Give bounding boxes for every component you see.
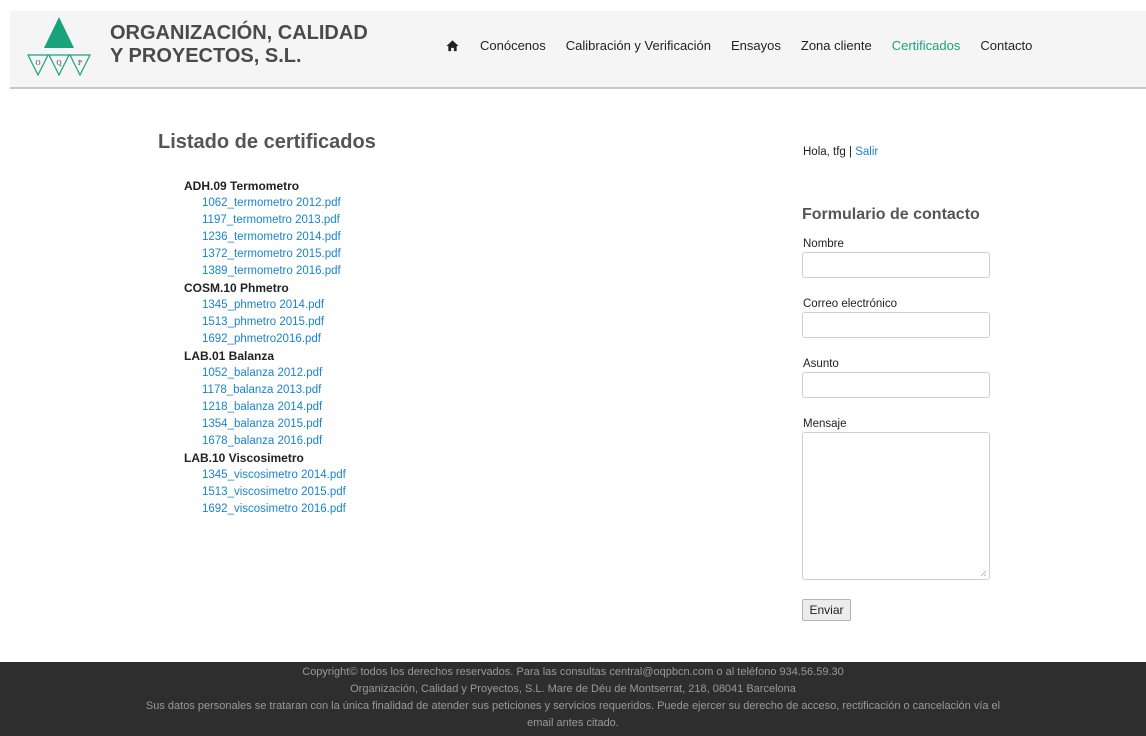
certificate-link[interactable]: 1197_termometro 2013.pdf — [202, 212, 346, 229]
certificate-link[interactable]: 1052_balanza 2012.pdf — [202, 365, 346, 382]
send-button[interactable]: Enviar — [802, 599, 851, 621]
site-footer: Copyright© todos los derechos reservados… — [0, 662, 1146, 736]
certificate-link[interactable]: 1218_balanza 2014.pdf — [202, 399, 346, 416]
main-nav: Conócenos Calibración y Verificación Ens… — [446, 38, 1052, 53]
certificate-link[interactable]: 1692_phmetro2016.pdf — [202, 331, 346, 348]
company-name-line1: ORGANIZACIÓN, CALIDAD — [110, 22, 368, 44]
certificate-link[interactable]: 1236_termometro 2014.pdf — [202, 229, 346, 246]
certificate-link[interactable]: 1692_viscosimetro 2016.pdf — [202, 501, 346, 518]
nav-contacto[interactable]: Contacto — [980, 38, 1032, 53]
certificate-link[interactable]: 1345_phmetro 2014.pdf — [202, 297, 346, 314]
email-label: Correo electrónico — [803, 298, 897, 310]
resize-handle-icon[interactable] — [980, 570, 987, 577]
name-label: Nombre — [803, 238, 844, 250]
certificate-group: LAB.10 Viscosimetro 1345_viscosimetro 20… — [184, 450, 346, 518]
user-greeting: Hola, tfg | Salir — [803, 146, 878, 158]
company-name[interactable]: ORGANIZACIÓN, CALIDAD Y PROYECTOS, S.L. — [110, 22, 368, 68]
logo-letter-o: O — [35, 59, 40, 67]
name-field[interactable] — [802, 252, 990, 278]
contact-form-title: Formulario de contacto — [802, 206, 980, 223]
greeting-text: Hola, tfg | — [803, 146, 853, 158]
site-header: O Q P ORGANIZACIÓN, CALIDAD Y PROYECTOS,… — [10, 11, 1146, 89]
logo-letter-q: Q — [56, 59, 61, 67]
footer-address: Organización, Calidad y Proyectos, S.L. … — [350, 683, 796, 695]
certificate-link[interactable]: 1062_termometro 2012.pdf — [202, 195, 346, 212]
footer-copyright: Copyright© todos los derechos reservados… — [302, 666, 844, 678]
certificate-group: LAB.01 Balanza 1052_balanza 2012.pdf 117… — [184, 348, 346, 450]
home-icon[interactable] — [446, 39, 459, 52]
email-field[interactable] — [802, 312, 990, 338]
subject-label: Asunto — [803, 358, 839, 370]
certificate-link[interactable]: 1513_viscosimetro 2015.pdf — [202, 484, 346, 501]
subject-field[interactable] — [802, 372, 990, 398]
certificate-link[interactable]: 1345_viscosimetro 2014.pdf — [202, 467, 346, 484]
nav-zona-cliente[interactable]: Zona cliente — [801, 38, 872, 53]
group-title: ADH.09 Termometro — [184, 179, 300, 193]
company-logo[interactable]: O Q P — [26, 15, 92, 83]
certificate-list: ADH.09 Termometro 1062_termometro 2012.p… — [184, 178, 346, 518]
message-label: Mensaje — [803, 418, 847, 430]
nav-certificados[interactable]: Certificados — [892, 38, 961, 53]
certificate-link[interactable]: 1178_balanza 2013.pdf — [202, 382, 346, 399]
message-field[interactable] — [802, 432, 990, 580]
group-title: LAB.10 Viscosimetro — [184, 451, 304, 465]
nav-conocenos[interactable]: Conócenos — [480, 38, 546, 53]
certificate-link[interactable]: 1513_phmetro 2015.pdf — [202, 314, 346, 331]
certificate-link[interactable]: 1389_termometro 2016.pdf — [202, 263, 346, 280]
certificate-link[interactable]: 1372_termometro 2015.pdf — [202, 246, 346, 263]
page-title: Listado de certificados — [158, 131, 376, 153]
certificate-group: ADH.09 Termometro 1062_termometro 2012.p… — [184, 178, 346, 280]
logout-link[interactable]: Salir — [855, 146, 878, 158]
footer-privacy: Sus datos personales se trataran con la … — [145, 700, 1001, 729]
certificate-group: COSM.10 Phmetro 1345_phmetro 2014.pdf 15… — [184, 280, 346, 348]
company-name-line2: Y PROYECTOS, S.L. — [110, 45, 302, 67]
group-title: COSM.10 Phmetro — [184, 281, 289, 295]
certificate-link[interactable]: 1678_balanza 2016.pdf — [202, 433, 346, 450]
logo-letter-p: P — [78, 59, 82, 67]
certificate-link[interactable]: 1354_balanza 2015.pdf — [202, 416, 346, 433]
group-title: LAB.01 Balanza — [184, 349, 275, 363]
nav-calibracion[interactable]: Calibración y Verificación — [566, 38, 711, 53]
nav-ensayos[interactable]: Ensayos — [731, 38, 781, 53]
